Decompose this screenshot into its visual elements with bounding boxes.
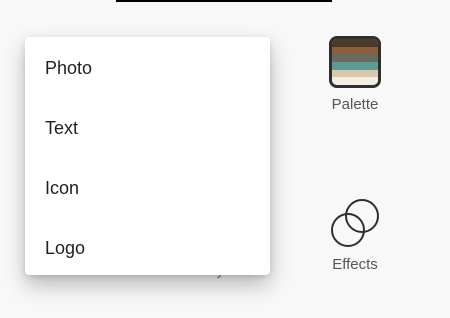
- palette-swatch-icon: [329, 36, 381, 88]
- effects-label: Effects: [332, 256, 378, 273]
- palette-band-3: [332, 54, 378, 63]
- menu-item-photo[interactable]: Photo: [25, 38, 270, 98]
- palette-band-4: [332, 62, 378, 70]
- overlapping-circles-icon: [327, 194, 383, 252]
- palette-band-6: [332, 77, 378, 85]
- palette-band-5: [332, 69, 378, 78]
- add-content-menu: Photo Text Icon Logo: [25, 37, 270, 275]
- palette-band-2: [332, 46, 378, 55]
- effects-tool[interactable]: Effects: [320, 194, 390, 273]
- menu-item-text[interactable]: Text: [25, 98, 270, 158]
- menu-item-logo[interactable]: Logo: [25, 218, 270, 278]
- palette-band-1: [332, 39, 378, 47]
- palette-label: Palette: [331, 96, 379, 113]
- palette-tool[interactable]: Palette: [320, 36, 390, 113]
- menu-item-icon[interactable]: Icon: [25, 158, 270, 218]
- top-divider-bar: [116, 0, 332, 2]
